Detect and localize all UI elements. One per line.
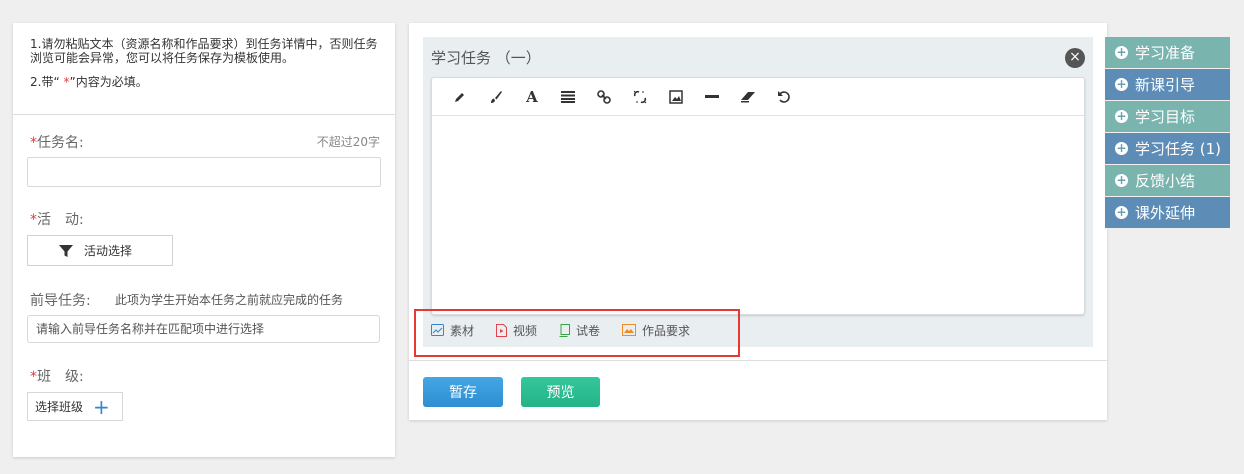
- prior-task-input[interactable]: 请输入前导任务名称并在匹配项中进行选择: [27, 315, 380, 343]
- plus-circle-icon: +: [1115, 205, 1128, 219]
- activity-label: *活 动:: [30, 212, 84, 228]
- brush-icon[interactable]: [478, 85, 514, 109]
- nav-item-extension[interactable]: + 课外延伸: [1105, 197, 1230, 229]
- task-title: 学习任务 （一）: [431, 49, 541, 67]
- plus-circle-icon: +: [1115, 45, 1128, 59]
- notice-line-1: 1.请勿粘贴文本（资源名称和作品要求）到任务详情中，否则任务浏览可能会异常，您可…: [30, 37, 378, 65]
- divider: [409, 360, 1107, 361]
- attachment-bar: 素材 视频 试卷 作品要求: [431, 321, 712, 339]
- video-icon: [496, 323, 508, 337]
- close-icon[interactable]: ×: [1065, 48, 1085, 68]
- work-requirement-icon: [622, 324, 637, 336]
- save-button[interactable]: 暂存: [423, 377, 503, 407]
- task-editor-panel: 学习任务 （一） × A 素材 视频 试卷 作品要求 暂存 预览: [409, 23, 1107, 420]
- rich-text-editor[interactable]: A: [431, 77, 1085, 315]
- exam-icon: [559, 323, 571, 337]
- attach-exam-button[interactable]: 试卷: [559, 322, 600, 339]
- material-icon: [431, 324, 444, 336]
- image-icon[interactable]: [658, 85, 694, 109]
- notice-box: 1.请勿粘贴文本（资源名称和作品要求）到任务详情中，否则任务浏览可能会异常，您可…: [13, 23, 395, 115]
- task-box: 学习任务 （一） × A 素材 视频 试卷 作品要求: [423, 37, 1093, 347]
- link-icon[interactable]: [586, 85, 622, 109]
- plus-circle-icon: +: [1115, 77, 1128, 91]
- nav-item-introduction[interactable]: + 新课引导: [1105, 69, 1230, 101]
- align-icon[interactable]: [550, 85, 586, 109]
- editor-toolbar: A: [432, 78, 1084, 116]
- task-form-panel: 1.请勿粘贴文本（资源名称和作品要求）到任务详情中，否则任务浏览可能会异常，您可…: [13, 23, 395, 457]
- plus-circle-icon: +: [1115, 141, 1128, 155]
- task-name-hint: 不超过20字: [316, 135, 380, 149]
- activity-select-button[interactable]: 活动选择: [27, 235, 173, 266]
- class-label: *班 级:: [30, 369, 84, 385]
- undo-icon[interactable]: [766, 85, 802, 109]
- class-select-button[interactable]: 选择班级 +: [27, 392, 123, 421]
- plus-circle-icon: +: [1115, 173, 1128, 187]
- task-name-label: *任务名:: [30, 135, 84, 151]
- prior-task-label: 前导任务:: [30, 293, 91, 309]
- attach-work-requirement-button[interactable]: 作品要求: [622, 322, 690, 339]
- font-icon[interactable]: A: [514, 85, 550, 109]
- nav-item-tasks[interactable]: + 学习任务 (1): [1105, 133, 1230, 165]
- unlink-icon[interactable]: [622, 85, 658, 109]
- horizontal-rule-icon[interactable]: [694, 85, 730, 109]
- filter-icon: [59, 244, 73, 257]
- prior-task-hint: 此项为学生开始本任务之前就应完成的任务: [115, 293, 344, 307]
- notice-line-2: 2.带“ *”内容为必填。: [30, 75, 148, 89]
- section-nav: + 学习准备 + 新课引导 + 学习目标 + 学习任务 (1) + 反馈小结 + 课外延伸: [1105, 37, 1230, 229]
- task-name-input[interactable]: [27, 157, 381, 187]
- pencil-icon[interactable]: [442, 85, 478, 109]
- eraser-icon[interactable]: [730, 85, 766, 109]
- nav-item-preparation[interactable]: + 学习准备: [1105, 37, 1230, 69]
- preview-button[interactable]: 预览: [521, 377, 600, 407]
- nav-item-goals[interactable]: + 学习目标: [1105, 101, 1230, 133]
- nav-item-feedback[interactable]: + 反馈小结: [1105, 165, 1230, 197]
- attach-video-button[interactable]: 视频: [496, 322, 537, 339]
- attach-material-button[interactable]: 素材: [431, 322, 474, 339]
- plus-icon: +: [93, 394, 110, 419]
- plus-circle-icon: +: [1115, 109, 1128, 123]
